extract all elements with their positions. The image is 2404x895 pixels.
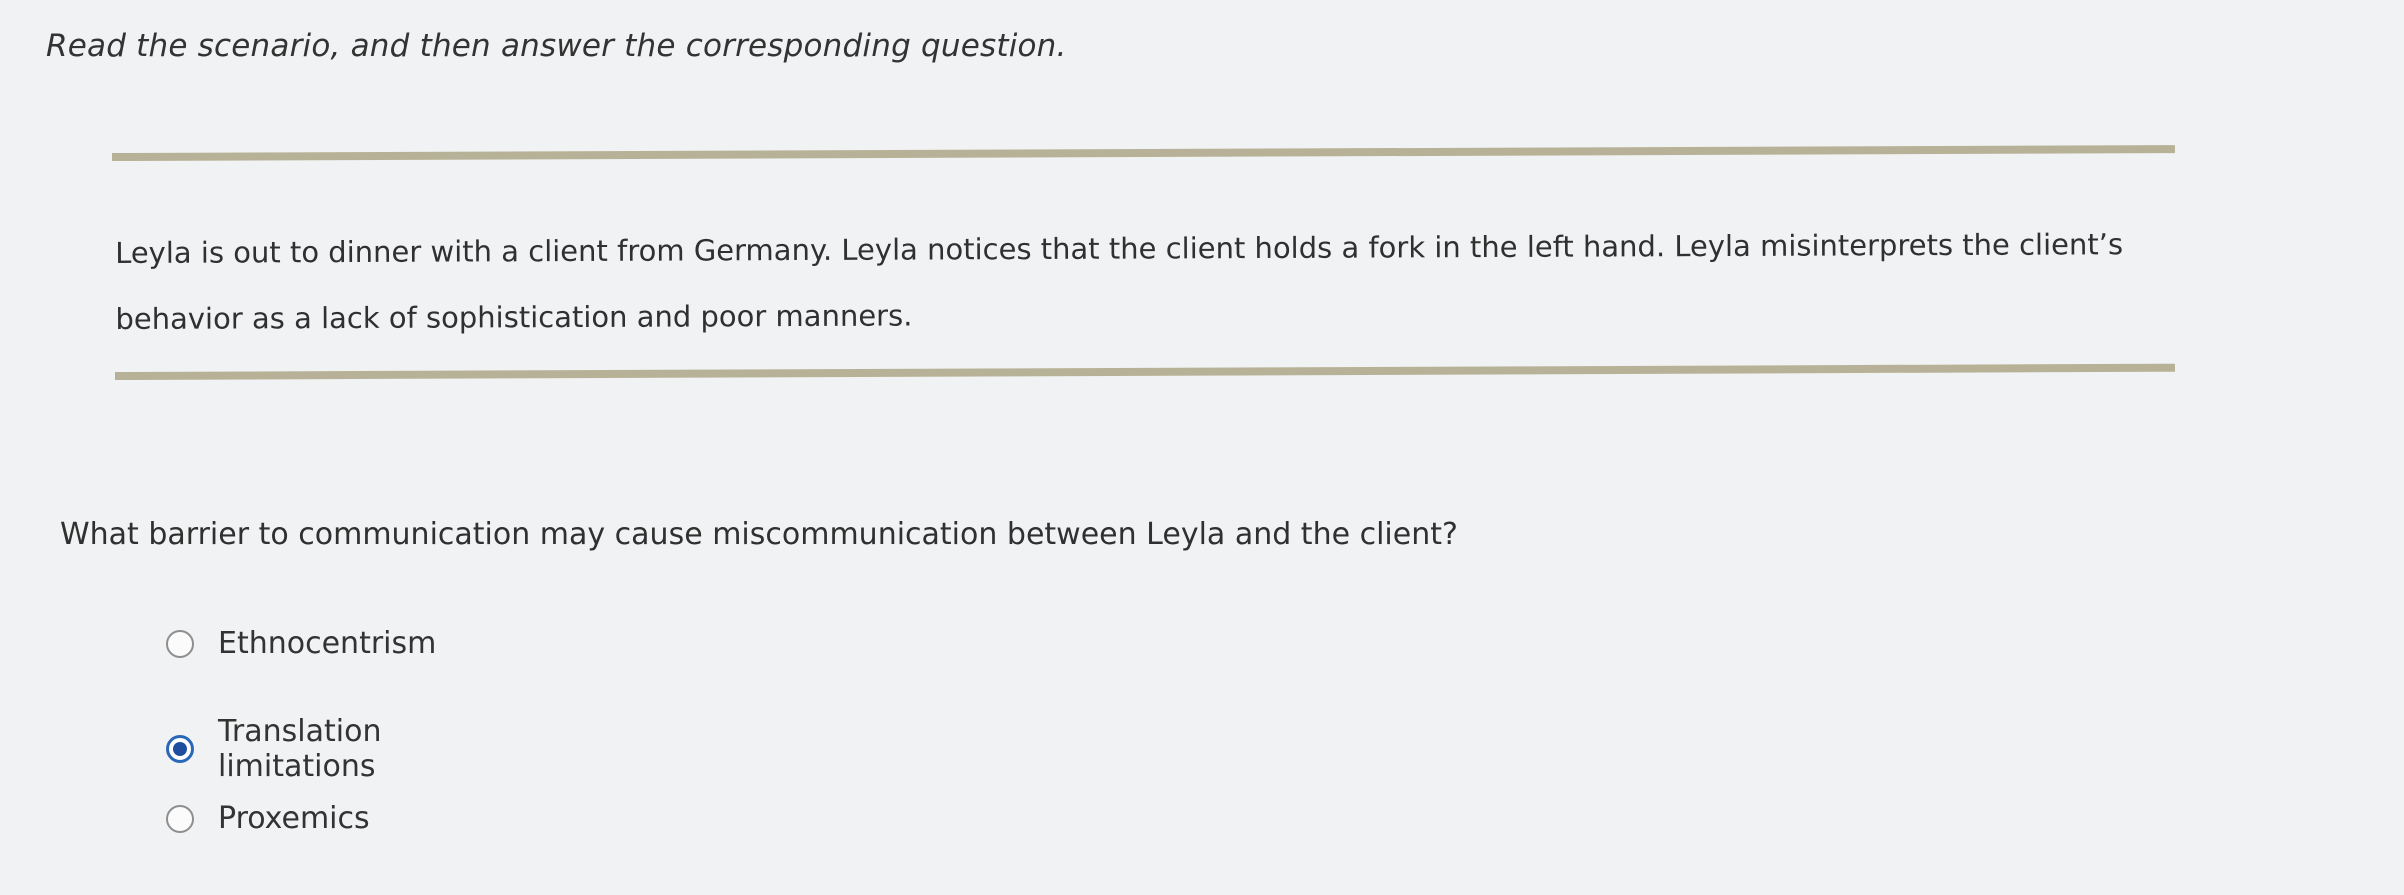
option-translation-limitations[interactable]: Translation limitations (166, 714, 381, 784)
scenario-top-divider (111, 145, 2176, 161)
option-ethnocentrism[interactable]: Ethnocentrism (166, 626, 436, 661)
option-label: Translation limitations (218, 714, 382, 784)
radio-button-selected[interactable] (166, 735, 194, 763)
option-label: Ethnocentrism (218, 626, 437, 661)
scenario-bottom-divider (114, 363, 2175, 380)
option-proxemics[interactable]: Proxemics (166, 801, 370, 836)
scenario-text: Leyla is out to dinner with a client fro… (115, 227, 2124, 336)
radio-button-unselected[interactable] (166, 804, 194, 833)
option-label: Proxemics (218, 801, 370, 836)
instruction-text: Read the scenario, and then answer the c… (46, 28, 1067, 64)
question-page: Read the scenario, and then answer the c… (0, 0, 2404, 895)
question-text: What barrier to communication may cause … (60, 517, 1458, 552)
radio-button-unselected[interactable] (166, 629, 194, 658)
